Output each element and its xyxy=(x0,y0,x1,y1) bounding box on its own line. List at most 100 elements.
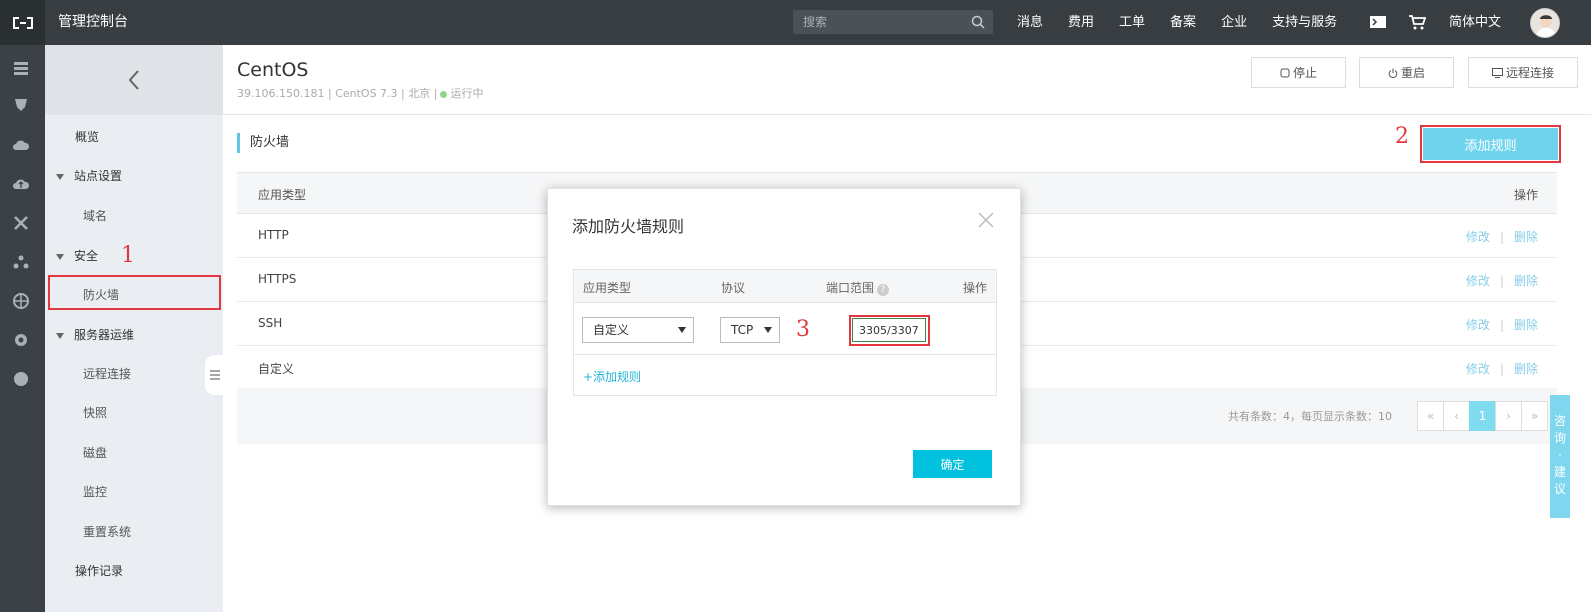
row-actions: 修改 | 删除 xyxy=(1465,230,1538,244)
firewall-section-title: 防火墙 xyxy=(237,133,289,153)
menu-icon xyxy=(210,370,220,380)
sidebar-item-overview[interactable]: 概览 xyxy=(75,128,99,145)
remote-connect-button[interactable]: 远程连接 xyxy=(1468,57,1578,88)
rule-row: 自定义 TCP xyxy=(574,303,996,355)
page-current-button[interactable]: 1 xyxy=(1469,401,1496,431)
sidebar-item-oplog[interactable]: 操作记录 xyxy=(75,562,123,579)
console-title[interactable]: 管理控制台 xyxy=(58,0,128,45)
row-actions: 修改 | 删除 xyxy=(1465,318,1538,332)
sidebar-group-label: 安全 xyxy=(74,249,99,263)
nav-icp[interactable]: 备案 xyxy=(1170,0,1196,45)
edit-link[interactable]: 修改 xyxy=(1466,230,1490,244)
monitor-icon xyxy=(1491,67,1503,78)
instance-info: 39.106.150.181 | CentOS 7.3 | 北京 | xyxy=(237,87,438,100)
feedback-char: 询 xyxy=(1553,431,1566,445)
sidebar-group-label: 站点设置 xyxy=(74,169,123,183)
highlight-box-firewall xyxy=(48,275,221,310)
row-type: HTTPS xyxy=(258,272,297,286)
feedback-char: 议 xyxy=(1553,482,1566,496)
sidebar-item-disk[interactable]: 磁盘 xyxy=(83,444,107,461)
page-next-button[interactable]: › xyxy=(1495,401,1522,431)
sidebar: 概览 站点设置 域名 安全 防火墙 服务器运维 远程连接 快照 磁盘 监控 重置… xyxy=(45,45,223,612)
aliyun-logo-icon[interactable] xyxy=(0,0,45,45)
caret-down-icon xyxy=(56,173,64,180)
delete-link[interactable]: 删除 xyxy=(1514,274,1538,288)
chevron-left-icon xyxy=(128,70,139,90)
page-last-button[interactable]: » xyxy=(1521,401,1548,431)
annotation-1: 1 xyxy=(121,243,135,268)
protocol-value: TCP xyxy=(731,323,754,337)
sidebar-item-remote[interactable]: 远程连接 xyxy=(83,365,131,382)
instance-meta: 39.106.150.181 | CentOS 7.3 | 北京 | 运行中 xyxy=(237,85,483,101)
chevron-down-icon xyxy=(678,327,686,333)
network-icon[interactable] xyxy=(12,214,30,232)
protocol-select[interactable]: TCP xyxy=(720,317,780,343)
feedback-char: · xyxy=(1558,448,1562,462)
highlight-box-port xyxy=(849,315,930,346)
feedback-tab[interactable]: 咨 询 · 建 议 xyxy=(1550,395,1570,518)
add-rule-link[interactable]: +添加规则 xyxy=(583,368,641,385)
sidebar-group-site[interactable]: 站点设置 xyxy=(56,167,122,184)
power-icon xyxy=(1388,68,1398,78)
sidebar-group-ops[interactable]: 服务器运维 xyxy=(56,326,134,343)
column-header-port-range: 端口范围? xyxy=(826,279,890,296)
instance-status: 运行中 xyxy=(450,87,484,100)
app-type-select[interactable]: 自定义 xyxy=(582,317,694,343)
globe-icon[interactable] xyxy=(12,292,30,310)
cart-icon[interactable] xyxy=(1408,13,1426,31)
nav-support[interactable]: 支持与服务 xyxy=(1272,0,1337,45)
sidebar-item-monitor[interactable]: 监控 xyxy=(83,483,107,500)
search-box[interactable] xyxy=(793,10,993,34)
sidebar-item-domain[interactable]: 域名 xyxy=(83,207,107,224)
stop-button[interactable]: 停止 xyxy=(1251,57,1346,88)
page-first-button[interactable]: « xyxy=(1417,401,1444,431)
restart-button[interactable]: 重启 xyxy=(1359,57,1454,88)
pagination-info: 共有条数：4，每页显示条数：10 xyxy=(1228,410,1392,423)
edit-link[interactable]: 修改 xyxy=(1466,318,1490,332)
column-header-protocol: 协议 xyxy=(721,281,746,295)
circle-icon[interactable] xyxy=(12,370,30,388)
edit-link[interactable]: 修改 xyxy=(1466,362,1490,376)
edit-link[interactable]: 修改 xyxy=(1466,274,1490,288)
search-input[interactable] xyxy=(793,10,963,34)
sidebar-item-reset[interactable]: 重置系统 xyxy=(83,523,131,540)
nav-enterprise[interactable]: 企业 xyxy=(1221,0,1247,45)
rule-table: 应用类型 协议 端口范围? 操作 自定义 TCP +添加规则 xyxy=(573,269,997,396)
sidebar-group-label: 服务器运维 xyxy=(74,328,135,342)
feedback-char: 咨 xyxy=(1553,414,1566,428)
rule-table-header: 应用类型 协议 端口范围? 操作 xyxy=(574,270,996,303)
column-header-actions: 操作 xyxy=(1513,188,1538,202)
language-switch[interactable]: 简体中文 xyxy=(1449,0,1501,45)
sidebar-group-security[interactable]: 安全 xyxy=(56,247,98,264)
nav-messages[interactable]: 消息 xyxy=(1017,0,1043,45)
delete-link[interactable]: 删除 xyxy=(1514,318,1538,332)
collapse-handle[interactable] xyxy=(205,355,225,395)
nodes-icon[interactable] xyxy=(12,253,30,271)
gear-icon[interactable] xyxy=(12,331,30,349)
sidebar-item-snapshot[interactable]: 快照 xyxy=(83,404,107,421)
help-icon[interactable]: ? xyxy=(877,284,890,296)
top-nav: 消息 费用 工单 备案 企业 支持与服务 xyxy=(1017,0,1362,45)
row-type: SSH xyxy=(258,316,283,330)
shield-icon[interactable] xyxy=(12,96,30,114)
nav-tickets[interactable]: 工单 xyxy=(1119,0,1145,45)
list-icon[interactable] xyxy=(12,59,30,77)
column-header-actions: 操作 xyxy=(962,281,987,295)
caret-down-icon xyxy=(56,332,64,339)
app-type-value: 自定义 xyxy=(593,323,630,337)
search-icon[interactable] xyxy=(971,15,985,29)
terminal-icon[interactable] xyxy=(1369,13,1387,31)
close-icon[interactable] xyxy=(978,212,994,228)
confirm-button[interactable]: 确定 xyxy=(913,450,992,478)
add-firewall-rule-dialog: 添加防火墙规则 应用类型 协议 端口范围? 操作 自定义 TCP +添加规则 确… xyxy=(547,188,1021,506)
avatar[interactable] xyxy=(1530,8,1560,38)
delete-link[interactable]: 删除 xyxy=(1514,362,1538,376)
icon-rail xyxy=(0,45,45,612)
page-prev-button[interactable]: ‹ xyxy=(1443,401,1470,431)
back-button[interactable] xyxy=(45,45,223,115)
nav-billing[interactable]: 费用 xyxy=(1068,0,1094,45)
delete-link[interactable]: 删除 xyxy=(1514,230,1538,244)
cloud-icon[interactable] xyxy=(12,136,30,154)
cloud-upload-icon[interactable] xyxy=(12,175,30,193)
dialog-title: 添加防火墙规则 xyxy=(572,217,685,236)
